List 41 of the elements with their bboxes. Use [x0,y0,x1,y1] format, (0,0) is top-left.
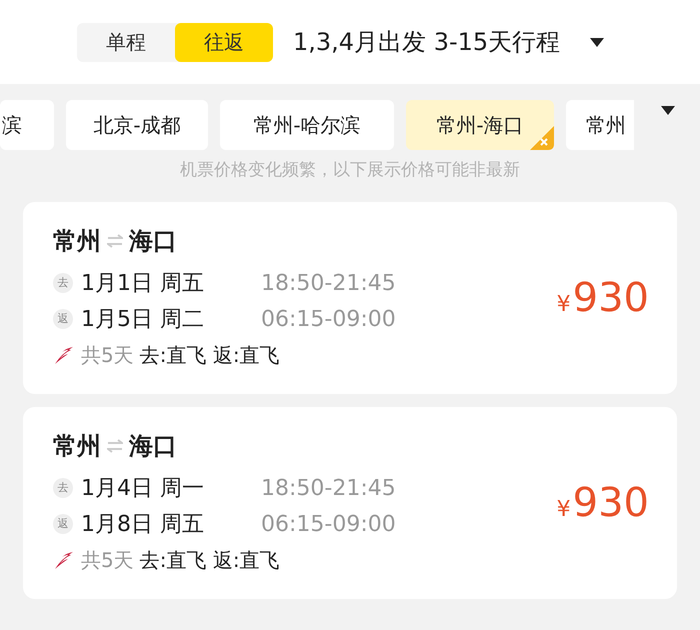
leg-time: 06:15-09:00 [261,306,396,334]
leg-tag: 返 [53,309,73,329]
currency-symbol: ¥ [556,291,571,319]
route-chip[interactable]: 常州-哈尔滨 [220,100,394,150]
caret-icon [590,38,604,46]
airline-logo-icon [53,549,75,571]
swap-arrows-icon [107,439,123,453]
caret-icon[interactable] [661,106,675,115]
leg-time: 06:15-09:00 [261,510,396,538]
leg-tag: 去 [53,273,73,293]
flight-card[interactable]: 常州 海口 去 1月4日 周一 18:50-21:45 返 1月8日 周五 06:15-09:00 共5天 去:直飞 返:直飞 ¥930 [23,407,677,599]
leg-tag: 去 [53,478,73,498]
destination-city: 海口 [129,226,177,257]
flight-type: 去:直飞 返:直飞 [140,547,280,574]
trip-type-tab[interactable]: 单程 [77,22,175,62]
airline-logo-icon [53,344,75,366]
leg-time: 18:50-21:45 [261,474,396,502]
origin-city: 常州 [53,431,101,462]
currency-symbol: ¥ [556,496,571,524]
flight-type: 去:直飞 返:直飞 [140,342,280,369]
price: 930 [572,274,649,323]
destination-city: 海口 [129,431,177,462]
swap-arrows-icon [107,234,123,248]
leg-tag: 返 [53,514,73,534]
route-chip[interactable]: 常州-海口 [406,100,554,150]
leg-date: 1月1日 周五 [81,270,205,298]
trip-duration: 共5天 [81,342,134,369]
route-chip[interactable]: 滨 [0,100,54,150]
trip-duration: 共5天 [81,547,134,574]
route-chip[interactable]: 常州 [566,100,634,150]
notice-text: 机票价格变化频繁，以下展示价格可能非最新 [179,159,521,182]
origin-city: 常州 [53,226,101,257]
price: 930 [572,479,649,528]
date-filter-dropdown[interactable]: 1,3,4月出发 3-15天行程 [293,24,604,60]
leg-time: 18:50-21:45 [261,270,396,298]
trip-type-tab[interactable]: 往返 [175,22,273,62]
leg-date: 1月5日 周二 [81,306,205,334]
route-chip[interactable]: 北京-成都 [66,100,208,150]
flight-card[interactable]: 常州 海口 去 1月1日 周五 18:50-21:45 返 1月5日 周二 06:15-09:00 共5天 去:直飞 返:直飞 ¥930 [23,202,677,394]
leg-date: 1月8日 周五 [81,510,205,538]
leg-date: 1月4日 周一 [81,474,205,502]
